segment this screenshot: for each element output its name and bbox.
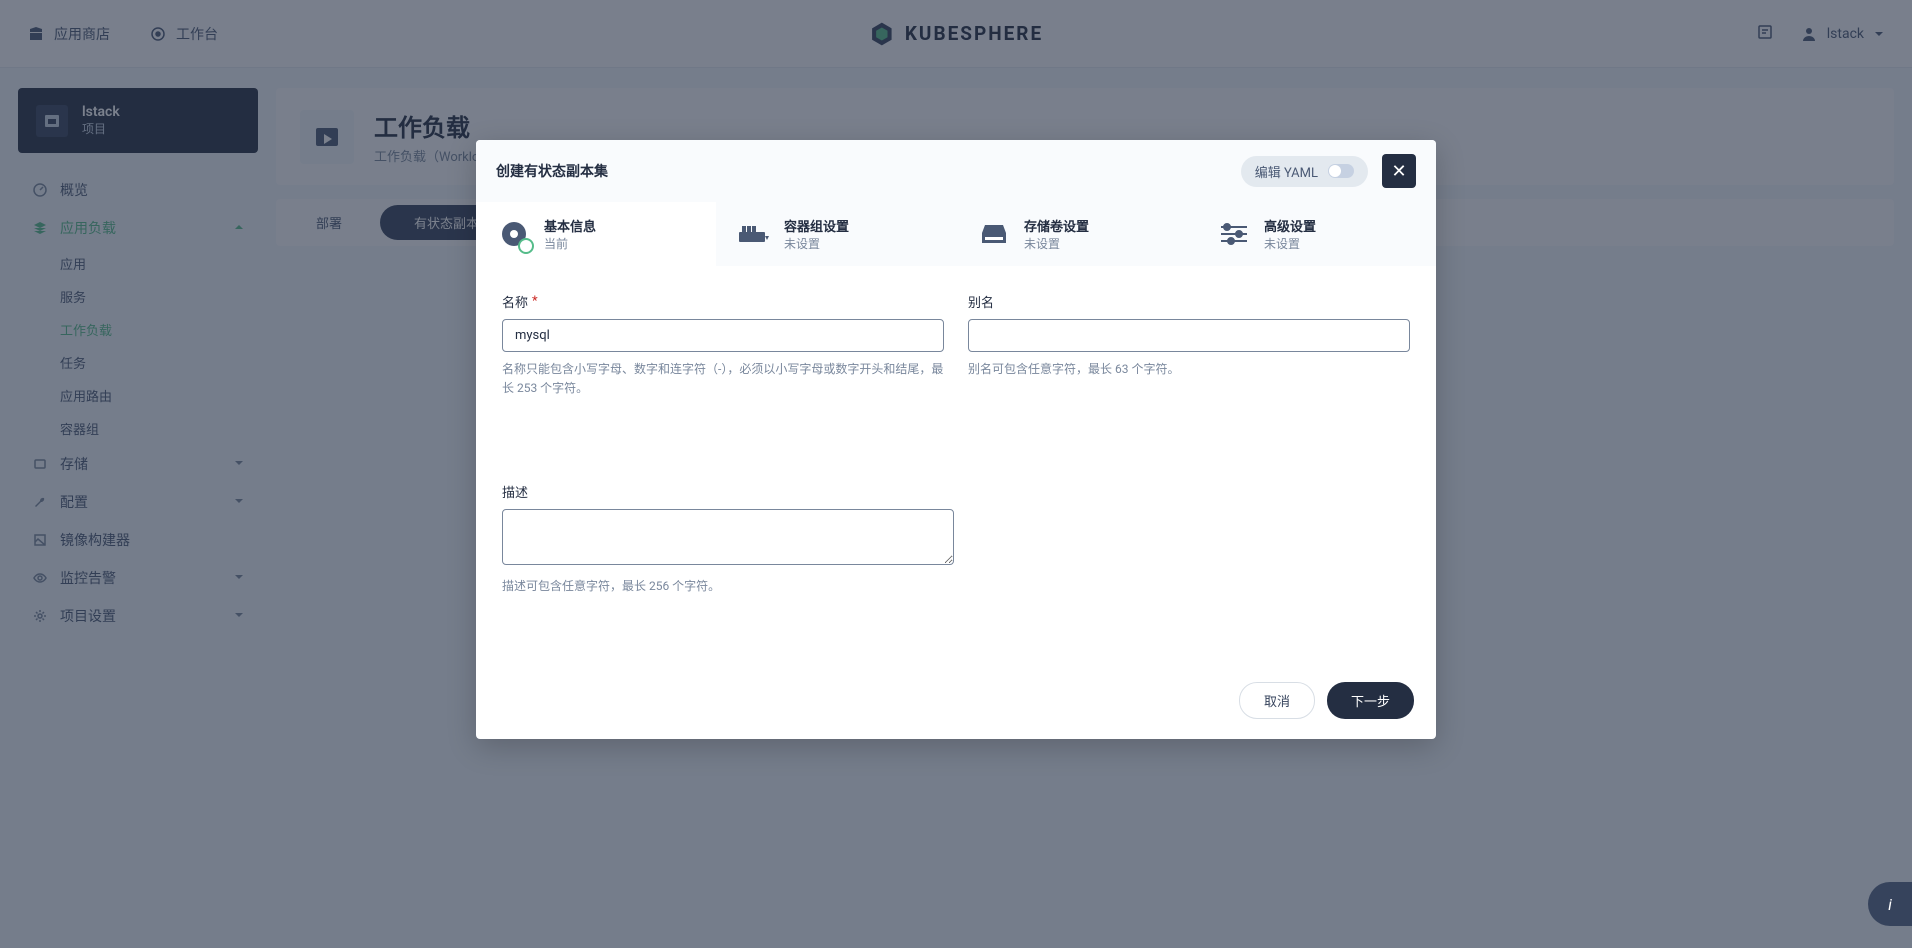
name-input[interactable] (502, 319, 944, 352)
step-volume-title: 存储卷设置 (1024, 216, 1089, 235)
alias-hint: 别名可包含任意字符，最长 63 个字符。 (968, 360, 1410, 379)
help-fab[interactable]: i (1868, 882, 1912, 926)
step-pod-title: 容器组设置 (784, 216, 849, 235)
close-button[interactable]: ✕ (1382, 154, 1416, 188)
step-volume-sub: 未设置 (1024, 235, 1089, 252)
step-advanced-title: 高级设置 (1264, 216, 1316, 235)
modal-overlay: 创建有状态副本集 编辑 YAML ✕ 基本信息 当前 (0, 0, 1912, 948)
step-pod-settings[interactable]: 容器组设置 未设置 (716, 202, 956, 266)
alias-label: 别名 (968, 292, 1410, 311)
create-statefulset-modal: 创建有状态副本集 编辑 YAML ✕ 基本信息 当前 (476, 140, 1436, 739)
step-basic-title: 基本信息 (544, 216, 596, 235)
desc-input[interactable] (502, 509, 954, 565)
step-volume-settings[interactable]: 存储卷设置 未设置 (956, 202, 1196, 266)
sliders-icon (1216, 216, 1252, 252)
volume-icon (976, 216, 1012, 252)
container-icon (736, 216, 772, 252)
edit-yaml-label: 编辑 YAML (1255, 162, 1318, 181)
disc-icon (496, 216, 532, 252)
step-advanced-settings[interactable]: 高级设置 未设置 (1196, 202, 1436, 266)
toggle-switch (1328, 164, 1354, 178)
step-basic-sub: 当前 (544, 235, 596, 252)
desc-label: 描述 (502, 482, 1410, 501)
edit-yaml-toggle[interactable]: 编辑 YAML (1241, 156, 1368, 187)
close-icon: ✕ (1391, 161, 1406, 182)
next-button[interactable]: 下一步 (1327, 682, 1414, 719)
alias-input[interactable] (968, 319, 1410, 352)
wizard-steps: 基本信息 当前 容器组设置 未设置 存储卷设置 未设置 (476, 202, 1436, 266)
desc-hint: 描述可包含任意字符，最长 256 个字符。 (502, 577, 1410, 596)
step-pod-sub: 未设置 (784, 235, 849, 252)
cancel-button[interactable]: 取消 (1239, 682, 1315, 719)
required-mark: * (532, 294, 538, 309)
name-label: 名称 * (502, 292, 944, 311)
step-basic-info[interactable]: 基本信息 当前 (476, 202, 716, 266)
name-hint: 名称只能包含小写字母、数字和连字符（-），必须以小写字母或数字开头和结尾，最长 … (502, 360, 944, 398)
step-advanced-sub: 未设置 (1264, 235, 1316, 252)
info-icon: i (1888, 895, 1892, 914)
modal-title: 创建有状态副本集 (496, 161, 608, 181)
